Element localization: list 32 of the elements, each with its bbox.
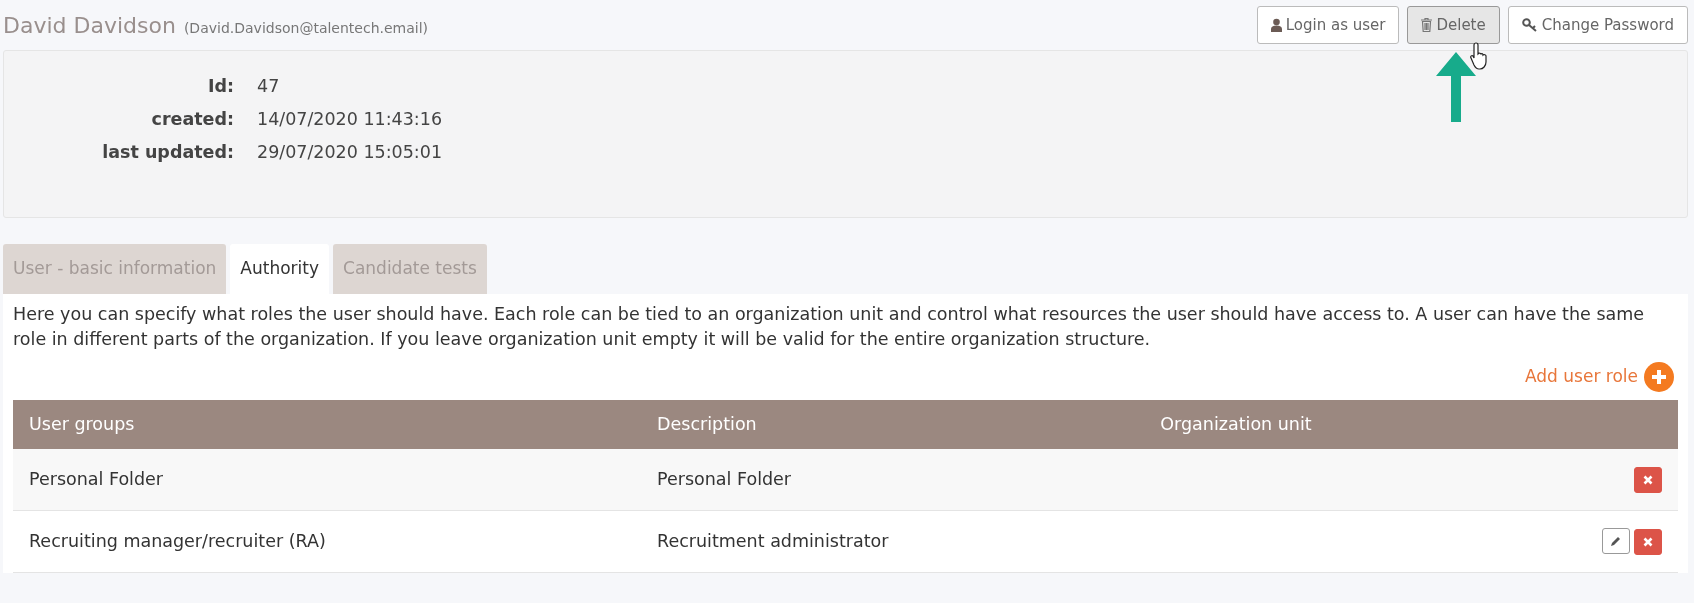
close-icon <box>1643 474 1653 485</box>
trash-icon <box>1421 18 1433 32</box>
intro-text: Here you can specify what roles the user should have. Each role can be tied to an organization unit and control what resources the user should have access to. A user can have the same role in different parts of the organization. If you leave organization unit empty it will be valid for the entire organization structure. <box>13 302 1646 351</box>
table-cell: Recruiting manager/recruiter (RA) <box>13 510 642 573</box>
column-header: Organization unit <box>1144 399 1495 449</box>
action-button[interactable]: Login as user <box>1256 5 1400 45</box>
pencil-icon <box>1610 535 1622 547</box>
detail-label: Id: <box>206 75 234 98</box>
action-button[interactable]: Delete <box>1407 5 1500 45</box>
column-header: User groups <box>13 399 642 449</box>
tab[interactable]: Authority <box>230 244 330 294</box>
detail-value: 47 <box>256 75 280 98</box>
user-name: David Davidson <box>3 11 176 40</box>
table-cell: Personal Folder <box>13 448 642 511</box>
user-email: (David.Davidson@talentech.email) <box>183 18 429 38</box>
table-cell: Personal Folder <box>641 448 1145 511</box>
action-button[interactable]: Change Password <box>1507 5 1688 45</box>
detail-label: created: <box>150 108 234 131</box>
key-icon <box>1521 18 1538 32</box>
plus-icon <box>1644 361 1674 392</box>
table-cell: Recruitment administrator <box>641 510 1145 573</box>
detail-label: last updated: <box>101 141 234 164</box>
arrow-icon <box>1434 52 1478 122</box>
detail-value: 29/07/2020 15:05:01 <box>256 141 443 164</box>
close-icon <box>1643 537 1653 547</box>
column-header: Description <box>641 399 1145 449</box>
delete-button[interactable] <box>1634 529 1662 555</box>
user-icon <box>1270 18 1282 32</box>
edit-button[interactable] <box>1602 528 1630 554</box>
add-user-role-button[interactable]: Add user role <box>1525 361 1674 392</box>
detail-value: 14/07/2020 11:43:16 <box>256 108 443 131</box>
delete-button[interactable] <box>1634 466 1662 493</box>
